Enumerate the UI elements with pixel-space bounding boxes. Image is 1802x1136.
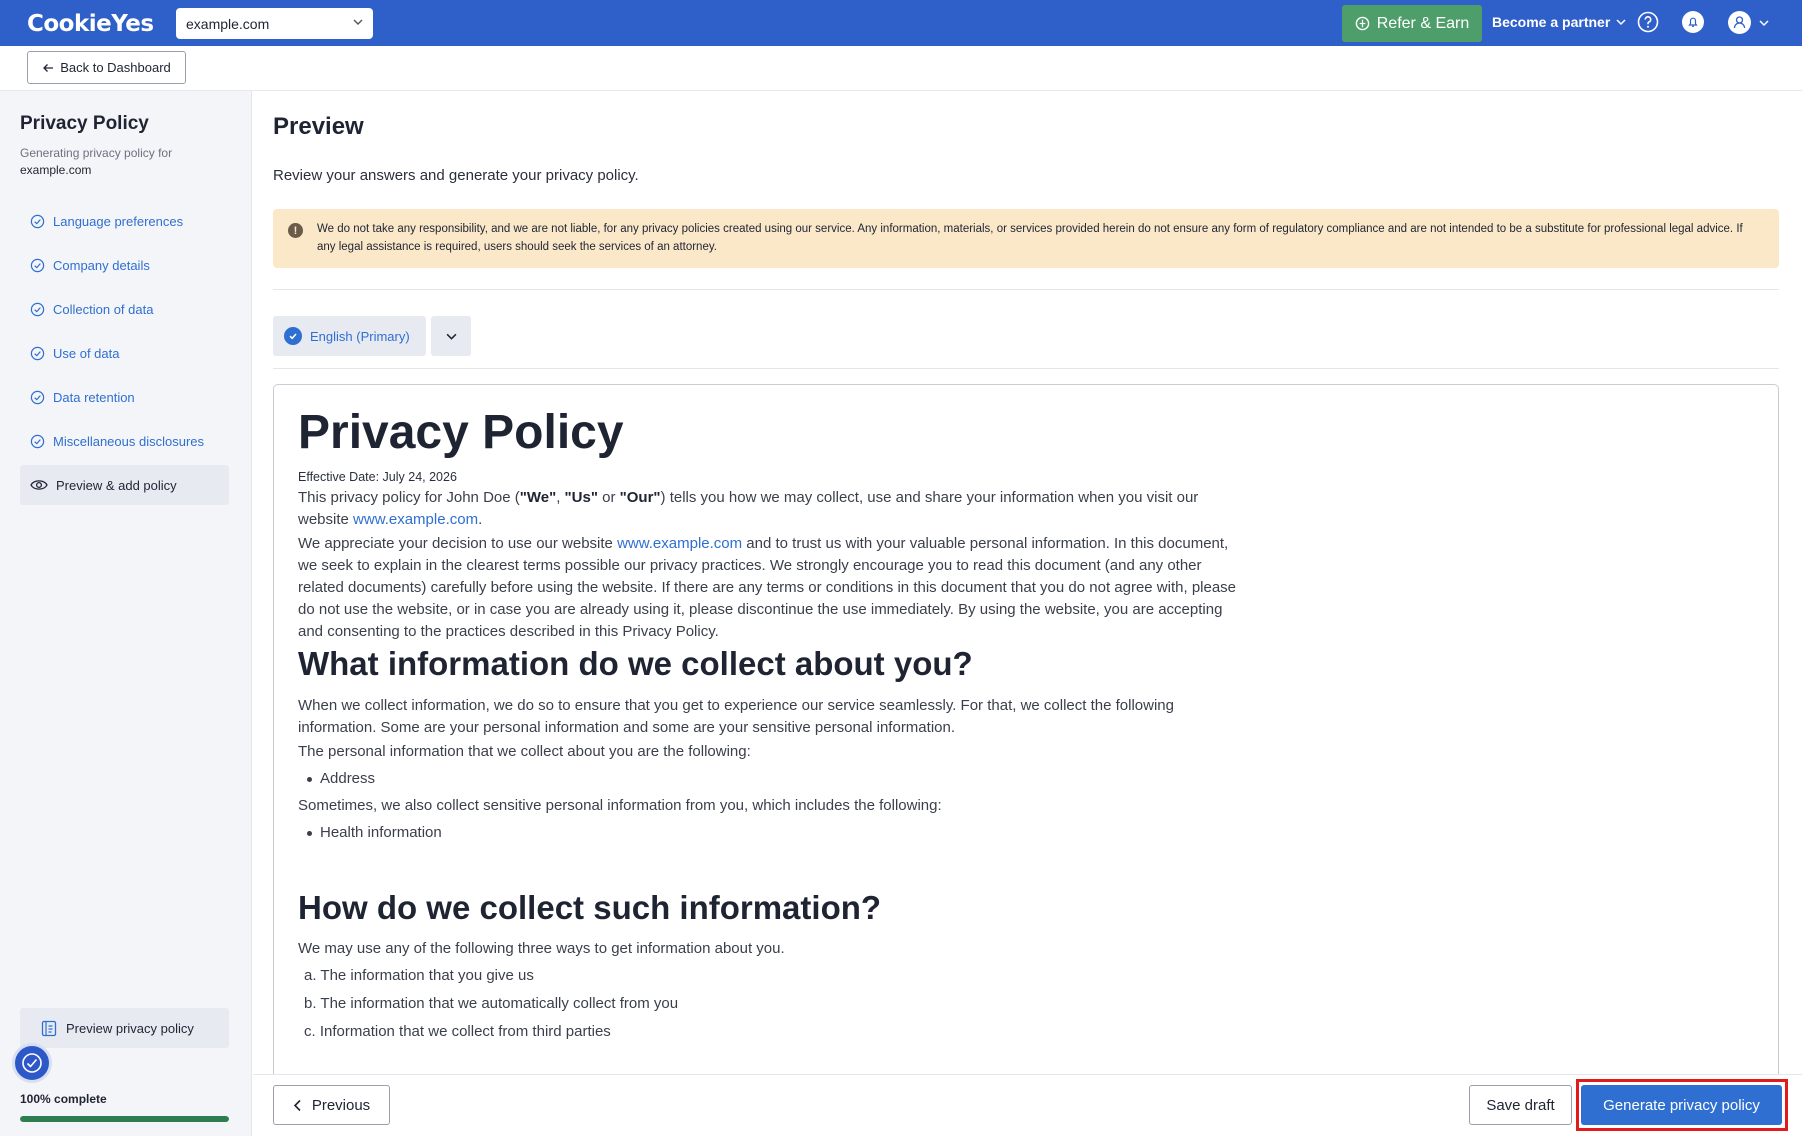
user-icon bbox=[1733, 16, 1746, 29]
sidebar-item-label: Collection of data bbox=[53, 301, 154, 317]
save-draft-button[interactable]: Save draft bbox=[1469, 1085, 1572, 1125]
chevron-down-icon bbox=[1616, 19, 1626, 26]
sidebar-item-collection-of-data[interactable]: Collection of data bbox=[20, 289, 229, 329]
eye-icon bbox=[30, 480, 48, 490]
sub-header: Back to Dashboard bbox=[0, 46, 1802, 91]
back-to-dashboard-button[interactable]: Back to Dashboard bbox=[27, 51, 186, 84]
sidebar-item-label: Company details bbox=[53, 257, 150, 273]
chevron-down-icon bbox=[353, 19, 363, 25]
how-paragraph: We may use any of the following three wa… bbox=[298, 940, 785, 957]
become-partner-label: Become a partner bbox=[1492, 14, 1611, 30]
sidebar-item-data-retention[interactable]: Data retention bbox=[20, 377, 229, 417]
ways-list: a. The information that you give us b. T… bbox=[298, 965, 1248, 1049]
section-heading-collect: What information do we collect about you… bbox=[298, 645, 973, 682]
cookie-icon bbox=[22, 1053, 42, 1073]
chevron-left-icon bbox=[293, 1099, 301, 1111]
sidebar-title: Privacy Policy bbox=[20, 113, 149, 134]
check-circle-icon bbox=[30, 390, 45, 404]
become-partner-menu[interactable]: Become a partner bbox=[1492, 14, 1626, 30]
previous-label: Previous bbox=[311, 1096, 371, 1114]
policy-appreciation-paragraph: We appreciate your decision to use our w… bbox=[298, 535, 1237, 640]
progress-bar-fill bbox=[20, 1116, 229, 1122]
bell-icon[interactable] bbox=[1682, 11, 1704, 33]
section-heading-how: How do we collect such information? bbox=[298, 889, 882, 926]
footer-action-bar: Previous Save draft Generate privacy pol… bbox=[253, 1074, 1802, 1136]
progress-bar bbox=[20, 1116, 229, 1122]
list-item: c. Information that we collect from thir… bbox=[304, 1023, 611, 1040]
policy-preview-document[interactable]: Privacy Policy Effective Date: July 24, … bbox=[273, 384, 1779, 1074]
sensitive-info-intro: Sometimes, we also collect sensitive per… bbox=[298, 797, 942, 814]
check-circle-icon bbox=[30, 434, 45, 448]
cookieyes-logo[interactable]: CookieYes bbox=[27, 11, 154, 37]
list-item: Address bbox=[298, 768, 1248, 790]
check-circle-icon bbox=[30, 214, 45, 228]
sidebar-item-label: Data retention bbox=[53, 389, 135, 405]
user-avatar-icon[interactable] bbox=[1728, 11, 1751, 34]
preview-privacy-policy-button[interactable]: Preview privacy policy bbox=[20, 1008, 229, 1048]
page-subtitle: Review your answers and generate your pr… bbox=[273, 167, 639, 184]
warning-icon: ! bbox=[288, 223, 303, 238]
sidebar-item-label: Language preferences bbox=[53, 213, 184, 229]
document-icon bbox=[41, 1020, 57, 1036]
policy-title: Privacy Policy bbox=[298, 406, 624, 459]
progress-label: 100% complete bbox=[20, 1092, 107, 1106]
sidebar-item-language-preferences[interactable]: Language preferences bbox=[20, 201, 229, 241]
disclaimer-banner: ! We do not take any responsibility, and… bbox=[273, 209, 1779, 268]
sidebar-item-company-details[interactable]: Company details bbox=[20, 245, 229, 285]
preview-privacy-policy-label: Preview privacy policy bbox=[66, 1020, 194, 1036]
collect-paragraph: When we collect information, we do so to… bbox=[298, 697, 1174, 736]
site-select-value: example.com bbox=[186, 15, 270, 32]
language-dropdown-button[interactable] bbox=[431, 316, 471, 356]
gift-icon bbox=[1355, 16, 1370, 31]
list-item: b. The information that we automatically… bbox=[304, 995, 679, 1012]
sidebar-item-label: Preview & add policy bbox=[56, 477, 177, 493]
list-item: Health information bbox=[298, 822, 1248, 844]
sidebar: Privacy Policy Generating privacy policy… bbox=[0, 91, 252, 1136]
check-circle-icon bbox=[30, 258, 45, 272]
disclaimer-text: We do not take any responsibility, and w… bbox=[317, 223, 1743, 253]
chevron-down-icon[interactable] bbox=[1759, 18, 1769, 28]
sidebar-subtitle: Generating privacy policy for bbox=[20, 146, 173, 160]
sidebar-domain: example.com bbox=[20, 163, 92, 177]
check-circle-icon bbox=[30, 302, 45, 316]
check-icon bbox=[284, 327, 302, 345]
effective-date: Effective Date: July 24, 2026 bbox=[298, 470, 457, 484]
sidebar-item-label: Use of data bbox=[53, 345, 120, 361]
refer-earn-button[interactable]: Refer & Earn bbox=[1342, 5, 1482, 42]
language-tab-english[interactable]: English (Primary) bbox=[273, 316, 426, 356]
generate-privacy-policy-button[interactable]: Generate privacy policy bbox=[1581, 1085, 1782, 1125]
sidebar-item-preview-add-policy[interactable]: Preview & add policy bbox=[20, 465, 229, 505]
site-select-dropdown[interactable]: example.com bbox=[176, 8, 373, 39]
policy-intro-paragraph: This privacy policy for John Doe ("We", … bbox=[298, 489, 1199, 528]
list-item: a. The information that you give us bbox=[304, 967, 534, 984]
sidebar-item-use-of-data[interactable]: Use of data bbox=[20, 333, 229, 373]
chevron-down-icon bbox=[446, 333, 456, 340]
sidebar-item-miscellaneous-disclosures[interactable]: Miscellaneous disclosures bbox=[20, 421, 229, 461]
personal-info-intro: The personal information that we collect… bbox=[298, 743, 751, 760]
divider bbox=[273, 368, 1779, 369]
arrow-left-icon bbox=[43, 63, 54, 72]
main-content: Preview Review your answers and generate… bbox=[253, 91, 1802, 1074]
personal-info-list: Address bbox=[298, 768, 1248, 790]
website-link[interactable]: www.example.com bbox=[353, 511, 478, 528]
sensitive-info-list: Health information bbox=[298, 822, 1248, 844]
cookie-consent-badge[interactable] bbox=[12, 1043, 52, 1083]
page-title: Preview bbox=[273, 113, 364, 140]
language-label: English (Primary) bbox=[310, 328, 410, 344]
top-navigation-bar: CookieYes example.com Refer & Earn Becom… bbox=[0, 0, 1802, 46]
website-link[interactable]: www.example.com bbox=[617, 535, 742, 552]
check-circle-icon bbox=[30, 346, 45, 360]
divider bbox=[273, 289, 1779, 290]
back-to-dashboard-label: Back to Dashboard bbox=[60, 60, 171, 75]
help-icon[interactable] bbox=[1637, 11, 1659, 33]
sidebar-item-label: Miscellaneous disclosures bbox=[53, 433, 205, 449]
refer-earn-label: Refer & Earn bbox=[1376, 14, 1470, 32]
previous-button[interactable]: Previous bbox=[273, 1085, 390, 1125]
